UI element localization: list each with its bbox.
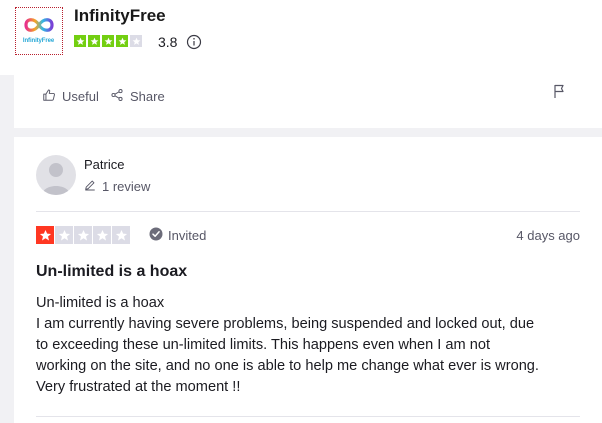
- previous-review-card: Useful Share: [14, 75, 602, 128]
- company-header: InfinityFree InfinityFree 3.8: [0, 0, 602, 75]
- star-icon: [74, 35, 86, 47]
- star-icon: [36, 226, 54, 244]
- review-body-line: working on the site, and no one is able …: [36, 358, 539, 374]
- invited-label: Invited: [168, 228, 207, 243]
- company-logo[interactable]: InfinityFree: [15, 7, 63, 55]
- company-name[interactable]: InfinityFree: [74, 6, 166, 26]
- pencil-icon: [84, 179, 96, 194]
- info-icon[interactable]: [186, 34, 202, 55]
- review-star-rating: [36, 226, 130, 244]
- divider: [36, 211, 580, 212]
- useful-button[interactable]: Useful: [42, 88, 99, 105]
- share-button[interactable]: Share: [110, 88, 165, 105]
- review-body-line: Very frustrated at the moment !!: [36, 379, 241, 395]
- infinity-logo-icon: [24, 18, 54, 32]
- share-icon: [110, 88, 124, 105]
- star-icon: [112, 226, 130, 244]
- share-label: Share: [130, 89, 165, 104]
- check-circle-icon: [149, 227, 163, 244]
- reviewer-review-count: 1 review: [84, 179, 150, 194]
- review-body-line: Un-limited is a hoax: [36, 295, 165, 311]
- star-icon: [93, 226, 111, 244]
- reviewer-name[interactable]: Patrice: [84, 157, 124, 172]
- star-icon: [130, 35, 142, 47]
- divider: [36, 416, 580, 417]
- review-count-label: 1 review: [102, 179, 151, 194]
- review-body-line: I am currently having severe problems, b…: [36, 316, 535, 332]
- trust-score: 3.8: [158, 34, 178, 50]
- review-body: Un-limited is a hoax I am currently havi…: [36, 293, 588, 398]
- review-date: 4 days ago: [516, 228, 580, 243]
- thumbs-up-icon: [42, 88, 56, 105]
- star-icon: [88, 35, 100, 47]
- review-card: Patrice 1 review Invited 4 days ago Un-l…: [14, 137, 602, 423]
- flag-icon[interactable]: [552, 83, 566, 104]
- useful-label: Useful: [62, 89, 99, 104]
- star-icon: [102, 35, 114, 47]
- star-icon: [74, 226, 92, 244]
- company-star-rating: [74, 35, 142, 47]
- star-icon: [116, 35, 128, 47]
- logo-wordmark: InfinityFree: [22, 38, 55, 44]
- invited-badge[interactable]: Invited: [149, 227, 206, 244]
- avatar[interactable]: [36, 155, 76, 195]
- review-body-line: to exceeding these un-limited limits. Th…: [36, 337, 491, 353]
- star-icon: [55, 226, 73, 244]
- default-user-icon: [42, 163, 70, 195]
- review-title[interactable]: Un-limited is a hoax: [36, 263, 187, 281]
